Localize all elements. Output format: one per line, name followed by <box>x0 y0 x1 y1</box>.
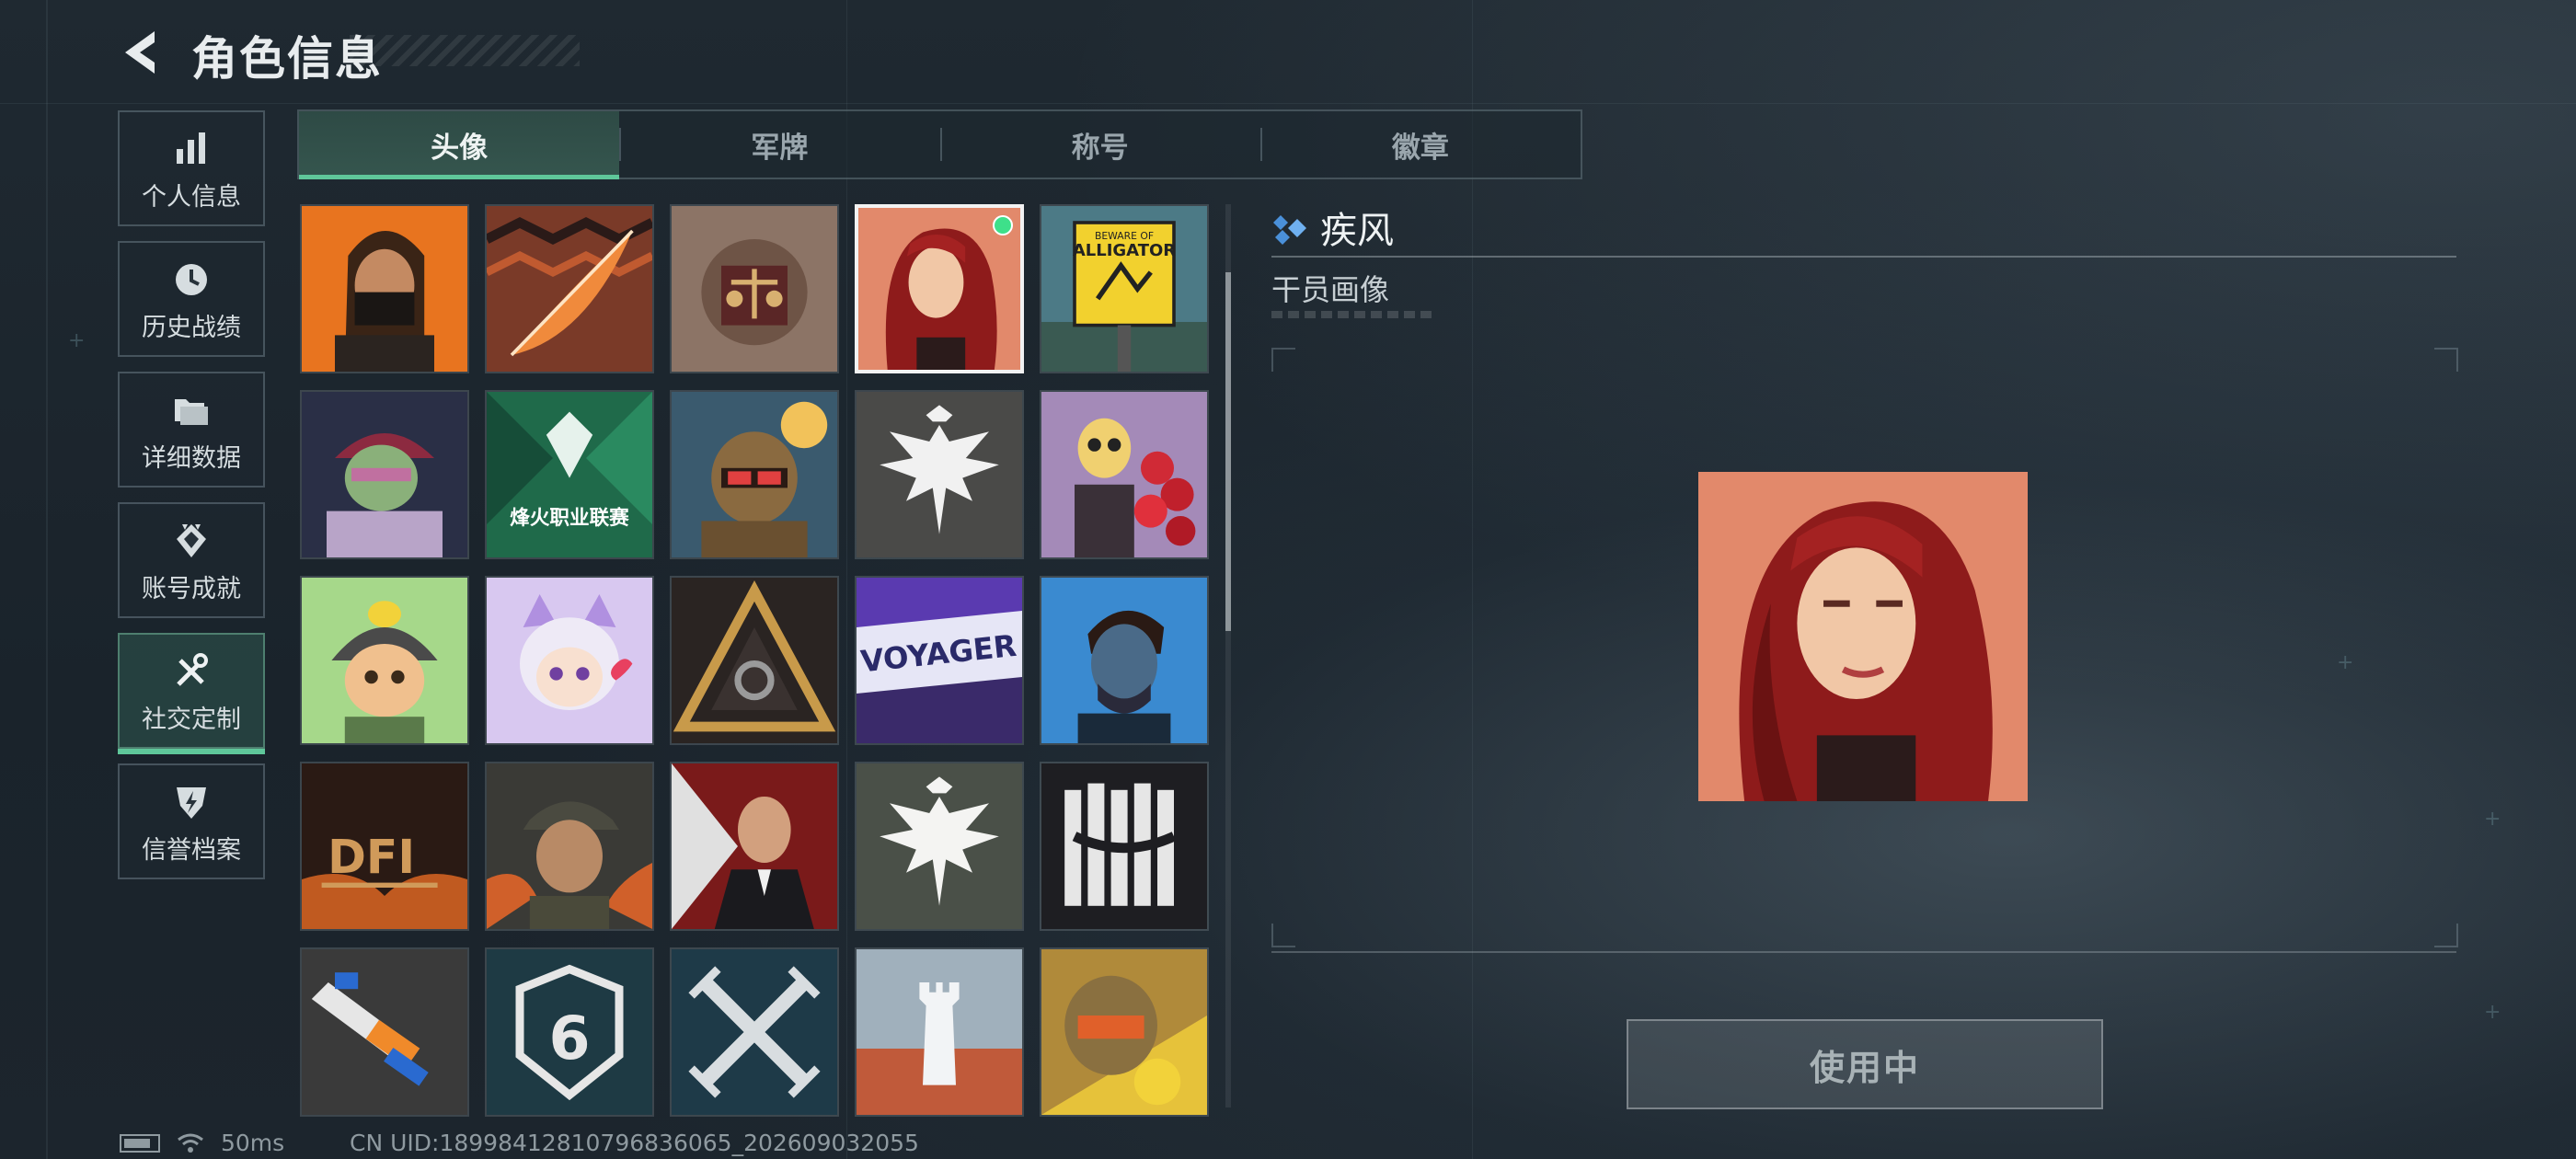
beware-alligator-avatar[interactable]: BEWARE OF ALLIGATOR <box>1040 204 1209 373</box>
diamond-icon <box>1273 215 1306 245</box>
decoration-strip <box>1271 311 1432 318</box>
avatar-preview <box>1698 471 2028 802</box>
status-bar: 50ms <box>120 1130 284 1156</box>
title-decoration <box>350 35 580 66</box>
six-shield-avatar[interactable]: 6 <box>485 947 654 1117</box>
frame-corner <box>2434 348 2458 372</box>
cap-soldier-avatar[interactable] <box>485 762 654 931</box>
clock-icon <box>176 264 207 295</box>
avatar-grid: BEWARE OF ALLIGATOR 烽火职业联赛 VOYAGER DFI 6 <box>300 204 1220 1117</box>
user-uid: CN UID:18998412810796836065_202609032055 <box>350 1130 919 1156</box>
gold-helmet-avatar[interactable] <box>1040 947 1209 1117</box>
sidebar-item-label: 个人信息 <box>142 183 241 212</box>
tab-bar: 头像 军牌 称号 徽章 <box>297 109 1582 179</box>
folder-icon <box>175 399 208 425</box>
svg-text:6: 6 <box>548 1004 590 1073</box>
badge-icon <box>177 524 206 557</box>
duck-helmet-kid-avatar[interactable] <box>300 576 469 745</box>
sidebar-item-label: 历史战绩 <box>142 314 241 342</box>
tools-icon <box>177 653 208 686</box>
voyager-graffiti-avatar[interactable]: VOYAGER <box>855 576 1024 745</box>
shield-bolt-icon <box>177 787 206 819</box>
crosshair-mark: + <box>2337 651 2354 674</box>
tab-badge[interactable]: 徽章 <box>1259 111 1581 178</box>
sidebar-item-detail-data[interactable]: 详细数据 <box>118 372 265 488</box>
frame-corner <box>1271 924 1295 947</box>
crosshair-mark: + <box>68 329 86 352</box>
divider <box>1271 951 2456 953</box>
teeth-bars-avatar[interactable] <box>1040 762 1209 931</box>
crosshair-mark: + <box>2484 1001 2501 1024</box>
svg-text:DFI: DFI <box>328 830 415 884</box>
battery-icon <box>120 1133 160 1153</box>
cat-girl-avatar[interactable] <box>485 576 654 745</box>
bar-chart-icon <box>177 132 205 164</box>
sidebar-item-reputation[interactable]: 信誉档案 <box>118 763 265 879</box>
wifi-icon <box>178 1133 203 1153</box>
sidebar-item-history[interactable]: 历史战绩 <box>118 241 265 357</box>
robot-soldier-avatar[interactable] <box>670 390 839 559</box>
grid-line <box>0 103 2576 104</box>
triangle-emblem-avatar[interactable] <box>670 576 839 745</box>
tab-dog-tag[interactable]: 军牌 <box>619 111 939 178</box>
svg-text:ALLIGATOR: ALLIGATOR <box>1073 241 1176 260</box>
zombie-soldier-avatar[interactable] <box>300 390 469 559</box>
grid-line <box>46 0 48 1159</box>
frame-corner <box>1271 348 1295 372</box>
back-icon[interactable] <box>118 28 164 77</box>
selected-indicator <box>993 215 1013 235</box>
masked-man-avatar[interactable] <box>300 204 469 373</box>
scrollbar-thumb[interactable] <box>1225 272 1231 631</box>
tab-title[interactable]: 称号 <box>939 111 1260 178</box>
white-eagle-avatar[interactable] <box>855 390 1024 559</box>
red-hair-woman-avatar[interactable] <box>855 204 1024 373</box>
dfi-avatar[interactable]: DFI <box>300 762 469 931</box>
avatar-category: 干员画像 <box>1271 272 1390 307</box>
sidebar-item-label: 账号成就 <box>142 575 241 603</box>
toy-gun-avatar[interactable] <box>300 947 469 1117</box>
svg-text:烽火职业联赛: 烽火职业联赛 <box>510 506 629 530</box>
league-avatar[interactable]: 烽火职业联赛 <box>485 390 654 559</box>
frame-corner <box>2434 924 2458 947</box>
white-eagle-2-avatar[interactable] <box>855 762 1024 931</box>
avatar-name: 疾风 <box>1320 210 1394 252</box>
suit-man-avatar[interactable] <box>670 762 839 931</box>
sidebar-item-label: 社交定制 <box>142 706 241 734</box>
scales-emblem-avatar[interactable] <box>670 204 839 373</box>
crosshair-mark: + <box>2484 808 2501 831</box>
sidebar-item-label: 信誉档案 <box>142 836 241 865</box>
ping-value: 50ms <box>221 1130 285 1156</box>
tower-avatar[interactable] <box>855 947 1024 1117</box>
feather-avatar[interactable] <box>485 204 654 373</box>
divider <box>1271 256 2456 258</box>
sidebar-item-label: 详细数据 <box>142 444 241 473</box>
sidebar-item-personal-info[interactable]: 个人信息 <box>118 110 265 226</box>
page-title: 角色信息 <box>191 32 383 86</box>
tab-avatar[interactable]: 头像 <box>299 111 620 179</box>
sidebar-item-achievements[interactable]: 账号成就 <box>118 502 265 618</box>
sidebar-item-social-custom[interactable]: 社交定制 <box>118 633 265 754</box>
in-use-button[interactable]: 使用中 <box>1627 1019 2103 1109</box>
blue-portrait-man-avatar[interactable] <box>1040 576 1209 745</box>
crossed-swords-avatar[interactable] <box>670 947 839 1117</box>
skeleton-roses-avatar[interactable] <box>1040 390 1209 559</box>
